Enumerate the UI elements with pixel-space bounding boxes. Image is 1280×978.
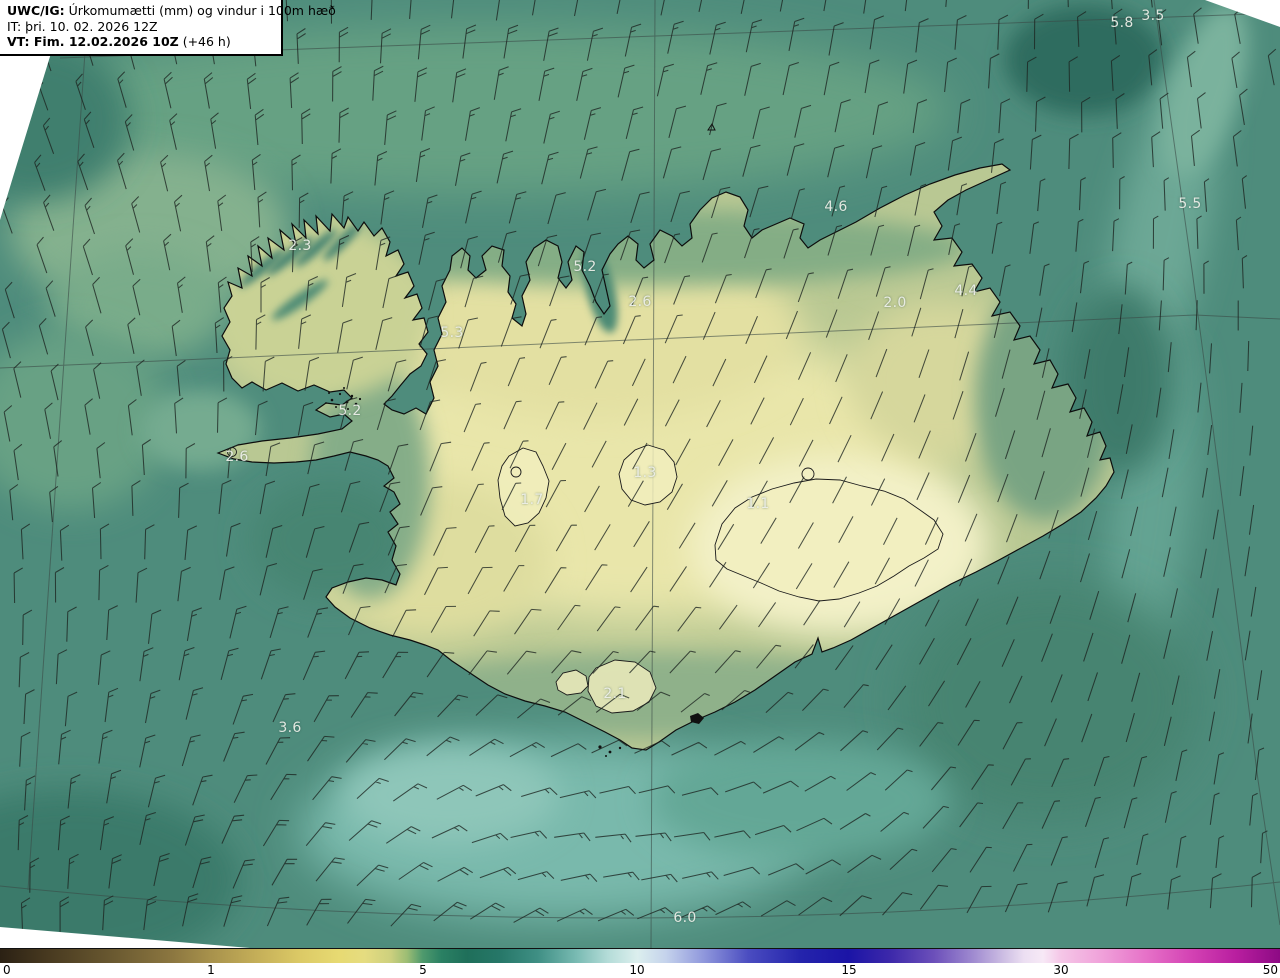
colorbar-tick: 15: [841, 963, 856, 977]
map-canvas: 5.83.54.65.55.22.35.32.62.04.45.22.61.71…: [0, 0, 1280, 948]
colorbar-tick: 5: [419, 963, 427, 977]
colorbar-tick: 0: [3, 963, 11, 977]
title-line-init-time: IT: þri. 10. 02. 2026 12Z: [7, 19, 275, 35]
weather-map-screenshot: 5.83.54.65.55.22.35.32.62.04.45.22.61.71…: [0, 0, 1280, 978]
title-line-product: UWC/IG: Úrkomumætti (mm) og vindur i 100…: [7, 3, 275, 19]
colorbar-tick: 1: [207, 963, 215, 977]
model-id: UWC/IG:: [7, 3, 65, 18]
colorbar-tick: 10: [629, 963, 644, 977]
colorbar-tick-labels: 01510153050: [0, 963, 1280, 978]
forecast-map: [0, 0, 1280, 948]
colorbar-tick: 30: [1053, 963, 1068, 977]
precipitation-colorbar: 01510153050: [0, 948, 1280, 978]
title-line-valid-time: VT: Fim. 12.02.2026 10Z (+46 h): [7, 34, 275, 50]
colorbar-tick: 50: [1263, 963, 1278, 977]
title-box: UWC/IG: Úrkomumætti (mm) og vindur i 100…: [0, 0, 283, 56]
